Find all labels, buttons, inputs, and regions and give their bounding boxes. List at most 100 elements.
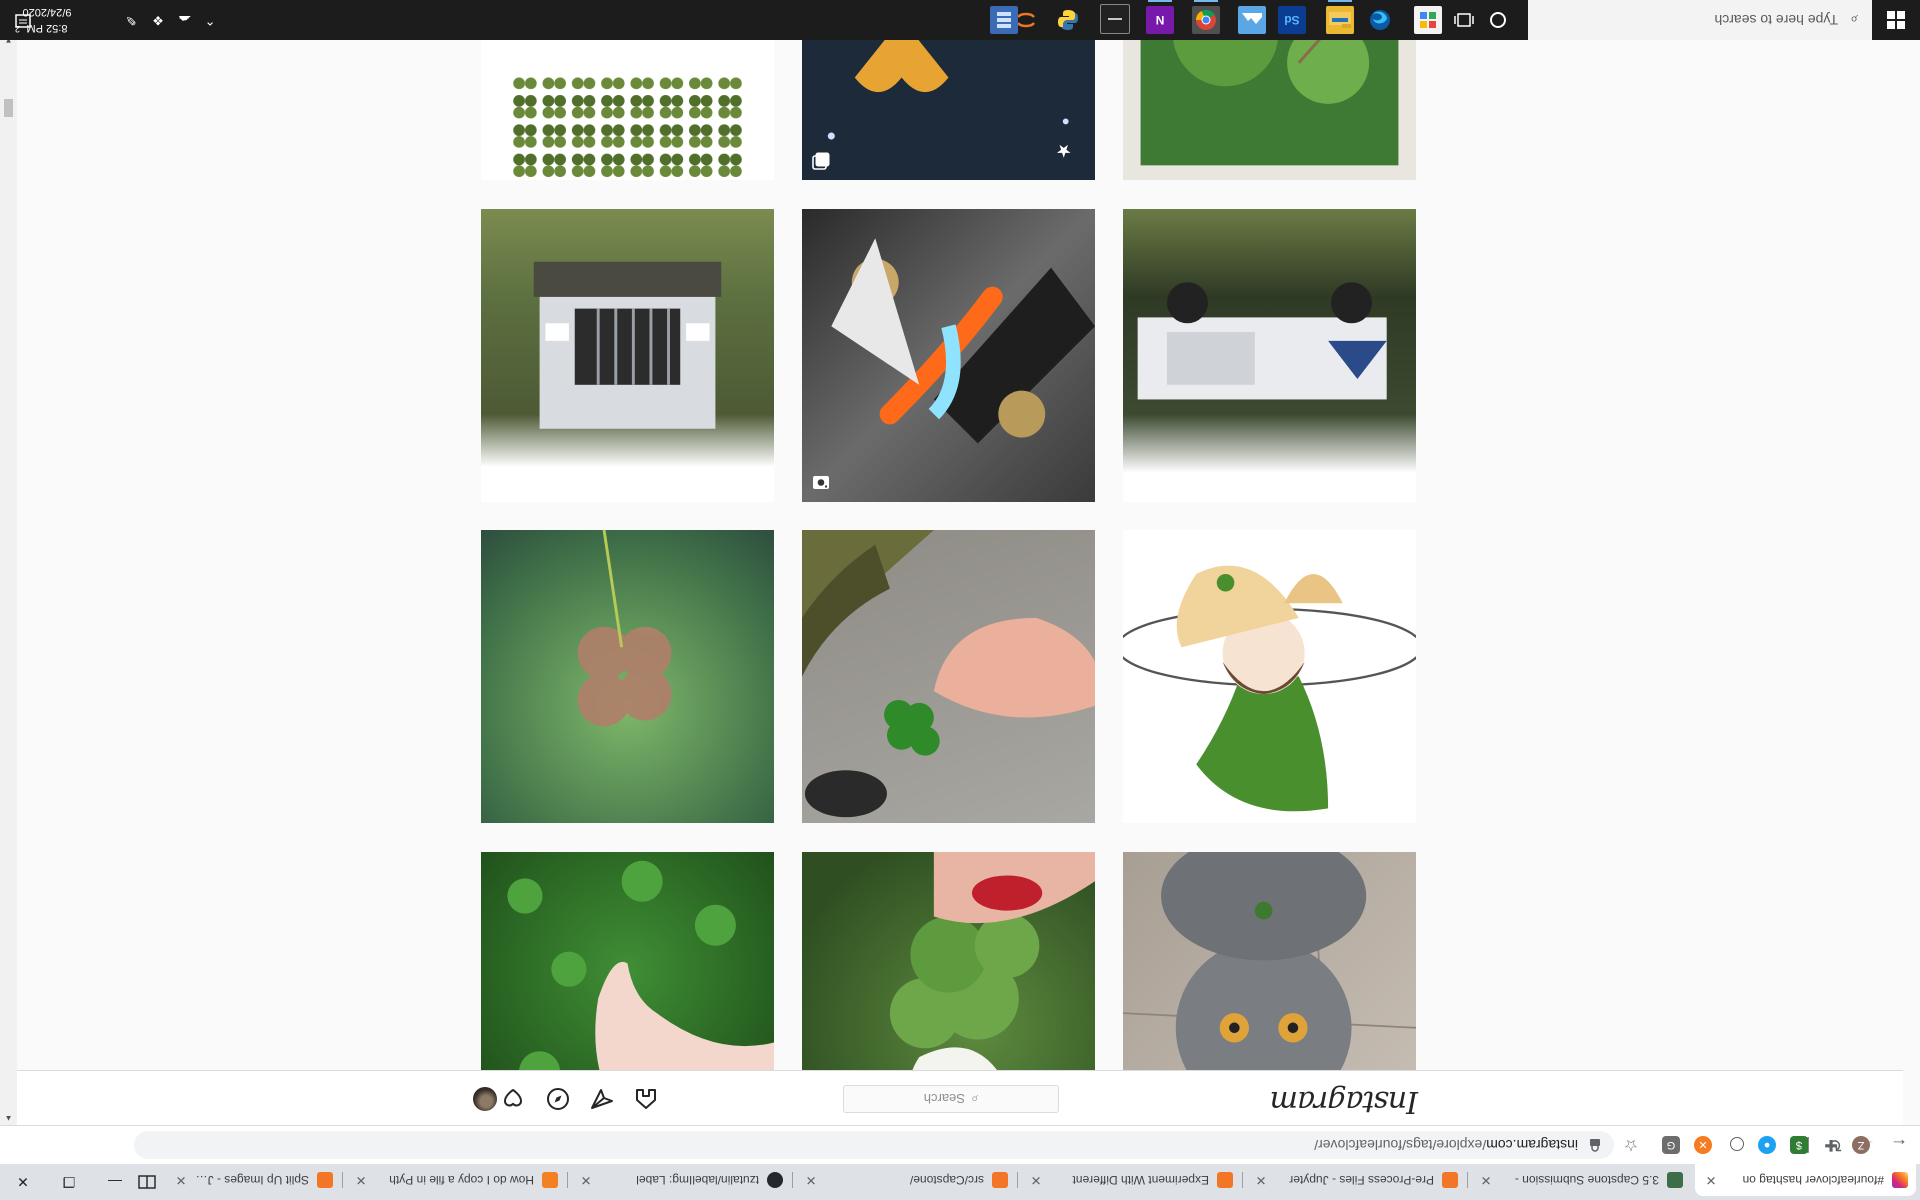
- scroll-up-arrow-icon[interactable]: ▲: [0, 1111, 17, 1125]
- jupyter-favicon-icon: [1217, 1172, 1233, 1188]
- video-post-icon: [812, 474, 830, 492]
- dropbox-icon[interactable]: ❖: [150, 12, 166, 28]
- post-image: [481, 33, 774, 180]
- tab-title: tzutalin/labelImg: Label: [636, 1173, 759, 1187]
- close-window-button[interactable]: ✕: [0, 1164, 46, 1200]
- onedrive-cloud-icon[interactable]: ☁: [177, 12, 193, 28]
- post-thumbnail-clover-pattern[interactable]: [481, 33, 774, 180]
- chrome-icon[interactable]: [1192, 6, 1220, 34]
- post-image: [1123, 209, 1416, 502]
- address-bar[interactable]: instagram.com/explore/tags/fourleafclove…: [134, 1131, 1614, 1159]
- post-image: [1123, 852, 1416, 1070]
- activity-heart-icon[interactable]: [501, 1087, 525, 1111]
- lock-icon[interactable]: [1588, 1138, 1602, 1152]
- tab-title: Experiment With Different: [1072, 1173, 1210, 1187]
- extension-orange-icon[interactable]: ✕: [1694, 1136, 1712, 1154]
- close-tab-icon[interactable]: ✕: [1703, 1172, 1719, 1188]
- action-center-icon[interactable]: 2: [12, 10, 32, 34]
- post-thumbnail-clover-water[interactable]: [481, 530, 774, 823]
- post-image: [1123, 530, 1416, 823]
- instagram-favicon-icon: [1892, 1172, 1908, 1188]
- tab-fourleafclover[interactable]: #fourleafclover hashtag on ✕: [1695, 1164, 1916, 1196]
- back-button[interactable]: ←: [1886, 1132, 1912, 1158]
- post-thumbnail-cat[interactable]: [1123, 852, 1416, 1070]
- extensions-puzzle-icon[interactable]: ✚: [1822, 1136, 1840, 1154]
- post-thumbnail-clover-hand[interactable]: [481, 852, 774, 1070]
- post-thumbnail-garden[interactable]: [1123, 33, 1416, 180]
- close-tab-icon[interactable]: ✕: [1253, 1172, 1269, 1188]
- jupyter-favicon-icon: [317, 1172, 333, 1188]
- onenote-icon[interactable]: N: [1146, 6, 1174, 34]
- tab-copy-file-python[interactable]: How do I copy a file in Pyth ✕: [345, 1164, 566, 1196]
- edge-icon[interactable]: [1366, 6, 1394, 34]
- mail-icon[interactable]: [1238, 6, 1266, 34]
- scrollbar-thumb[interactable]: [4, 99, 13, 117]
- carousel-post-icon: [812, 152, 830, 170]
- post-thumbnail-clover-fingers[interactable]: [802, 852, 1095, 1070]
- extension-circle-icon[interactable]: [1730, 1137, 1744, 1151]
- url-host: instagram.com: [1486, 1137, 1578, 1153]
- direct-messages-icon[interactable]: [590, 1087, 614, 1111]
- tab-pre-process-files[interactable]: Pre-Process Files - Jupyter ✕: [1245, 1164, 1466, 1196]
- post-thumbnail-night-hearts[interactable]: ★: [802, 33, 1095, 180]
- post-thumbnail-truck-side[interactable]: [1123, 209, 1416, 502]
- start-button[interactable]: [1872, 0, 1920, 40]
- browser-tab-strip: #fourleafclover hashtag on ✕ 3.5 Capston…: [0, 1164, 1920, 1200]
- search-icon: ⌕: [1850, 12, 1858, 29]
- terminal-icon[interactable]: [1100, 4, 1130, 34]
- close-tab-icon[interactable]: ✕: [578, 1172, 594, 1188]
- close-tab-icon[interactable]: ✕: [1028, 1172, 1044, 1188]
- post-thumbnail-truck-front[interactable]: [481, 209, 774, 502]
- star-icon[interactable]: ☆: [1618, 1132, 1644, 1158]
- jupyter-favicon-icon: [992, 1172, 1008, 1188]
- file-manager-icon[interactable]: [1414, 6, 1442, 34]
- post-thumbnail-clover-sneaker[interactable]: [802, 530, 1095, 823]
- minimize-button[interactable]: —: [92, 1164, 138, 1200]
- file-explorer-icon[interactable]: [1326, 6, 1354, 34]
- pen-workspace-icon[interactable]: ✎: [123, 12, 139, 28]
- python-icon[interactable]: [1054, 6, 1082, 34]
- cortana-icon[interactable]: [1484, 6, 1512, 34]
- taskbar-search-placeholder: Type here to search: [1714, 12, 1839, 28]
- profile-avatar-icon[interactable]: Z: [1852, 1136, 1870, 1154]
- tab-split-up-images[interactable]: Split Up Images - Jupyter N ✕: [165, 1164, 341, 1196]
- taskbar-search-box[interactable]: ⌕ Type here to search: [1528, 0, 1872, 40]
- windows-logo-icon: [1887, 11, 1905, 29]
- scrollbar[interactable]: ▲ ▼: [0, 33, 17, 1125]
- restore-button[interactable]: ❐: [46, 1164, 92, 1200]
- task-view-icon[interactable]: [1450, 6, 1478, 34]
- extension-green-icon[interactable]: $: [1790, 1136, 1808, 1154]
- explore-grid: ★: [17, 33, 1903, 1070]
- extension-g-icon[interactable]: G: [1662, 1136, 1680, 1154]
- github-favicon-icon: [767, 1172, 783, 1188]
- search-input[interactable]: ⌕ Search: [843, 1085, 1059, 1113]
- notification-count-badge: 2: [14, 24, 20, 34]
- close-tab-icon[interactable]: ✕: [353, 1172, 369, 1188]
- tab-src-capstone[interactable]: src/Capstone/ ✕: [795, 1164, 1016, 1196]
- instagram-header: Instagram ⌕ Search: [17, 1070, 1903, 1125]
- show-hidden-icons-icon[interactable]: ⌃: [202, 12, 218, 28]
- screen: #fourleafclover hashtag on ✕ 3.5 Capston…: [0, 0, 1920, 1200]
- tab-capstone-submission[interactable]: 3.5 Capstone Submission - ✕: [1470, 1164, 1691, 1196]
- database-icon[interactable]: [990, 6, 1018, 34]
- jupyter-favicon-icon: [1442, 1172, 1458, 1188]
- extension-blue-icon[interactable]: ●: [1758, 1136, 1776, 1154]
- home-icon[interactable]: [634, 1087, 658, 1111]
- profile-avatar[interactable]: [473, 1087, 497, 1111]
- tab-title: #fourleafclover hashtag on: [1742, 1173, 1884, 1187]
- post-thumbnail-anime-fight[interactable]: [802, 209, 1095, 502]
- url-text[interactable]: instagram.com/explore/tags/fourleafclove…: [1314, 1137, 1578, 1153]
- close-tab-icon[interactable]: ✕: [803, 1172, 819, 1188]
- instagram-logo[interactable]: Instagram: [1271, 1084, 1418, 1119]
- svg-text:★: ★: [1056, 140, 1072, 160]
- close-tab-icon[interactable]: ✕: [173, 1172, 189, 1188]
- tab-divider: [792, 1172, 793, 1188]
- tab-experiment[interactable]: Experiment With Different ✕: [1020, 1164, 1241, 1196]
- tab-labelimg[interactable]: tzutalin/labelImg: Label ✕: [570, 1164, 791, 1196]
- post-thumbnail-anime-girl[interactable]: [1123, 530, 1416, 823]
- close-tab-icon[interactable]: ✕: [1478, 1172, 1494, 1188]
- tab-title: How do I copy a file in Pyth: [389, 1173, 534, 1187]
- explore-compass-icon[interactable]: [546, 1087, 570, 1111]
- photoshop-express-icon[interactable]: Sd: [1278, 6, 1306, 34]
- windows-taskbar: ⌕ Type here to search Sd N ⌃ ☁ ❖ ✎ 8:52 …: [0, 0, 1920, 40]
